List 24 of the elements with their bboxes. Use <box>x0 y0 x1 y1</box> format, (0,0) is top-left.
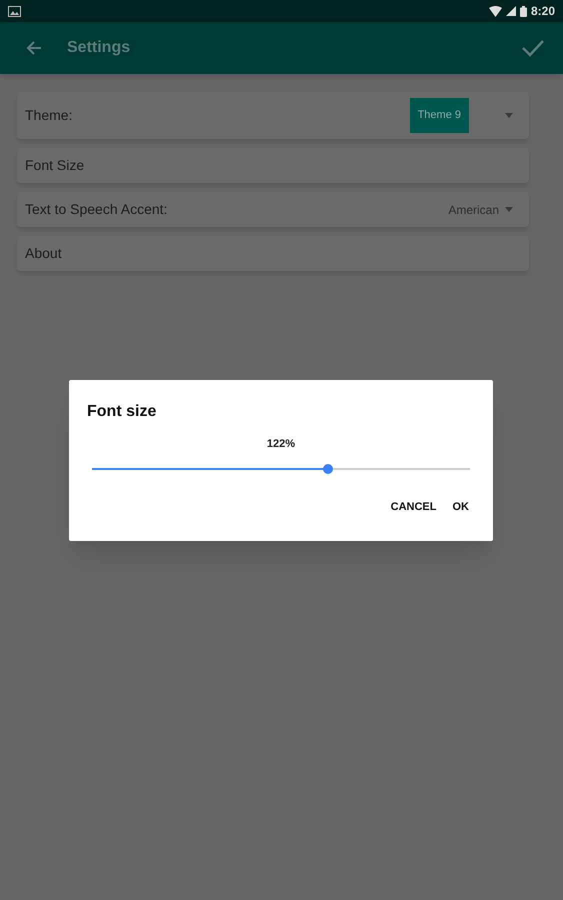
percentage-reading: 122% <box>266 437 296 452</box>
dialog-title: Font size <box>87 402 156 422</box>
setting-label: Theme: <box>25 106 74 125</box>
dialog-button[interactable]: OK <box>452 496 469 517</box>
dropdown-caret-icon <box>505 207 513 212</box>
image-notification-icon <box>8 6 21 16</box>
accent-value: American <box>448 202 499 218</box>
setting-label: Font Size <box>25 156 86 175</box>
dialog-button[interactable]: CANCEL <box>390 496 436 517</box>
settings-row[interactable]: Font Size <box>17 148 529 183</box>
settings-row[interactable]: Text to Speech Accent: American <box>17 192 529 227</box>
font-size-slider[interactable] <box>92 462 470 474</box>
screen-title: Settings <box>67 38 132 58</box>
wifi-icon <box>488 6 502 16</box>
signal-icon <box>506 6 516 16</box>
clock-time: 8:20 <box>530 3 555 20</box>
slider-thumb[interactable] <box>323 464 334 474</box>
battery-icon <box>520 6 527 16</box>
settings-row[interactable]: Theme: Theme 9 <box>17 92 529 139</box>
settings-row[interactable]: About <box>17 236 529 271</box>
theme-badge: Theme 9 <box>410 98 469 133</box>
setting-label: About <box>25 244 63 263</box>
setting-label: Text to Speech Accent: <box>25 200 168 219</box>
dropdown-caret-icon <box>505 113 513 118</box>
